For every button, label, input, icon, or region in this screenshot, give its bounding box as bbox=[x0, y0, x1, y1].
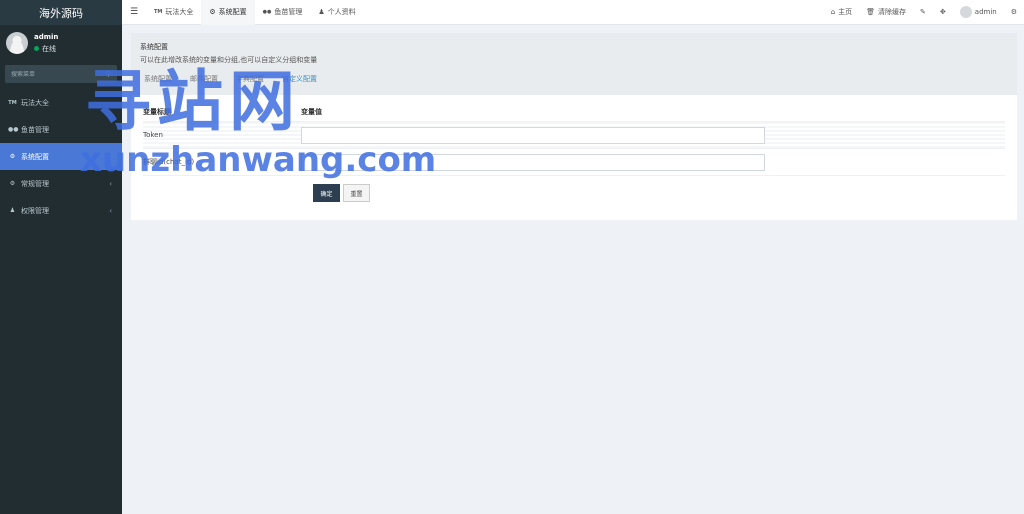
user-menu[interactable]: admin bbox=[953, 6, 1004, 18]
sidebar-item-permission[interactable]: ♟ 权限管理 ‹ bbox=[0, 197, 122, 224]
tab-profile[interactable]: ♟ 个人资料 bbox=[310, 0, 363, 25]
user-name: admin bbox=[34, 32, 59, 41]
search-input[interactable] bbox=[11, 70, 91, 78]
table-row: Token bbox=[143, 121, 1005, 148]
panel-header: 系统配置 可以在此增改系统的变量和分组,也可以自定义分组和变量 系统配置 邮件配… bbox=[131, 33, 1017, 95]
top-navbar: ☰ TM 玩法大全 ⚙ 系统配置 ●● 鱼苗管理 ♟ 个人资料 ⌂ 主页 🗑 清… bbox=[122, 0, 1024, 25]
sidebar-search: ⚲ bbox=[5, 65, 117, 83]
token-input[interactable] bbox=[301, 126, 765, 144]
chevron-left-icon: ‹ bbox=[109, 179, 112, 188]
tm-icon: TM bbox=[154, 9, 163, 15]
fullscreen-icon: ✥ bbox=[939, 8, 946, 16]
sidebar-item-gameplay[interactable]: TM 玩法大全 bbox=[0, 89, 122, 116]
subtab-system[interactable]: 系统配置 bbox=[144, 74, 172, 84]
sidebar-item-general[interactable]: ⚙ 常规管理 ‹ bbox=[0, 170, 122, 197]
avatar bbox=[959, 6, 972, 18]
config-form: 变量标题 变量值 Token 群聊id(chat_id) 确定 重置 bbox=[131, 95, 1017, 202]
fullscreen-button[interactable]: ✥ bbox=[933, 8, 953, 16]
form-actions: 确定 重置 bbox=[143, 184, 1005, 202]
home-link[interactable]: ⌂ 主页 bbox=[824, 7, 859, 17]
home-icon: ⌂ bbox=[830, 8, 836, 16]
users-icon: ♟ bbox=[9, 207, 16, 214]
tab-gameplay[interactable]: TM 玩法大全 bbox=[146, 0, 201, 25]
content-area: 系统配置 可以在此增改系统的变量和分组,也可以自定义分组和变量 系统配置 邮件配… bbox=[122, 25, 1024, 514]
table-row: 群聊id(chat_id) bbox=[143, 148, 1005, 175]
subtab-email[interactable]: 邮件配置 bbox=[190, 74, 218, 84]
user-status: 在线 bbox=[34, 44, 58, 54]
sidebar-item-fish[interactable]: ●● 鱼苗管理 bbox=[0, 116, 122, 143]
settings-button[interactable]: ⚙ bbox=[1004, 8, 1024, 16]
user-panel: admin 在线 bbox=[0, 25, 122, 61]
table-header: 变量标题 变量值 bbox=[143, 107, 1005, 121]
search-icon[interactable]: ⚲ bbox=[106, 70, 111, 78]
row-label: Token bbox=[143, 131, 163, 139]
cogs-icon: ⚙ bbox=[9, 180, 16, 187]
chat-id-input[interactable] bbox=[301, 153, 765, 171]
user-icon: ♟ bbox=[318, 8, 325, 16]
confirm-button[interactable]: 确定 bbox=[313, 184, 340, 202]
clear-cache-button[interactable]: 🗑 清除缓存 bbox=[859, 7, 913, 17]
chevron-left-icon: ‹ bbox=[109, 206, 112, 215]
gear-icon: ⚙ bbox=[9, 153, 16, 160]
glasses-icon: ●● bbox=[262, 9, 272, 15]
reset-button[interactable]: 重置 bbox=[343, 184, 370, 202]
trash-icon: 🗑 bbox=[866, 8, 876, 16]
header-value: 变量值 bbox=[301, 108, 322, 116]
tab-fish[interactable]: ●● 鱼苗管理 bbox=[255, 0, 311, 25]
tm-icon: TM bbox=[8, 99, 17, 106]
gear-icon: ⚙ bbox=[209, 8, 216, 16]
header-title: 变量标题 bbox=[143, 108, 171, 116]
panel-description: 可以在此增改系统的变量和分组,也可以自定义分组和变量 bbox=[140, 56, 318, 64]
app-logo[interactable]: 海外源码 bbox=[0, 0, 122, 25]
menu-toggle-icon[interactable]: ☰ bbox=[122, 7, 146, 17]
config-subtabs: 系统配置 邮件配置 字典配置 自定义配置 bbox=[140, 74, 1008, 84]
translate-button[interactable]: ✎ bbox=[913, 8, 933, 16]
sidebar: 海外源码 admin 在线 ⚲ TM 玩法大全 ●● 鱼苗管理 ⚙ 系统配置 ⚙… bbox=[0, 0, 122, 514]
online-dot-icon bbox=[34, 46, 39, 51]
gears-icon: ⚙ bbox=[1010, 8, 1017, 16]
tab-system-config[interactable]: ⚙ 系统配置 bbox=[201, 0, 255, 25]
config-panel: 系统配置 可以在此增改系统的变量和分组,也可以自定义分组和变量 系统配置 邮件配… bbox=[131, 33, 1017, 220]
avatar bbox=[6, 32, 28, 54]
subtab-custom[interactable]: 自定义配置 bbox=[282, 74, 317, 84]
sidebar-item-system-config[interactable]: ⚙ 系统配置 bbox=[0, 143, 122, 170]
language-icon: ✎ bbox=[920, 8, 926, 16]
subtab-dictionary[interactable]: 字典配置 bbox=[236, 74, 264, 84]
row-label: 群聊id(chat_id) bbox=[143, 158, 195, 166]
glasses-icon: ●● bbox=[8, 126, 19, 133]
panel-title: 系统配置 bbox=[140, 43, 168, 51]
